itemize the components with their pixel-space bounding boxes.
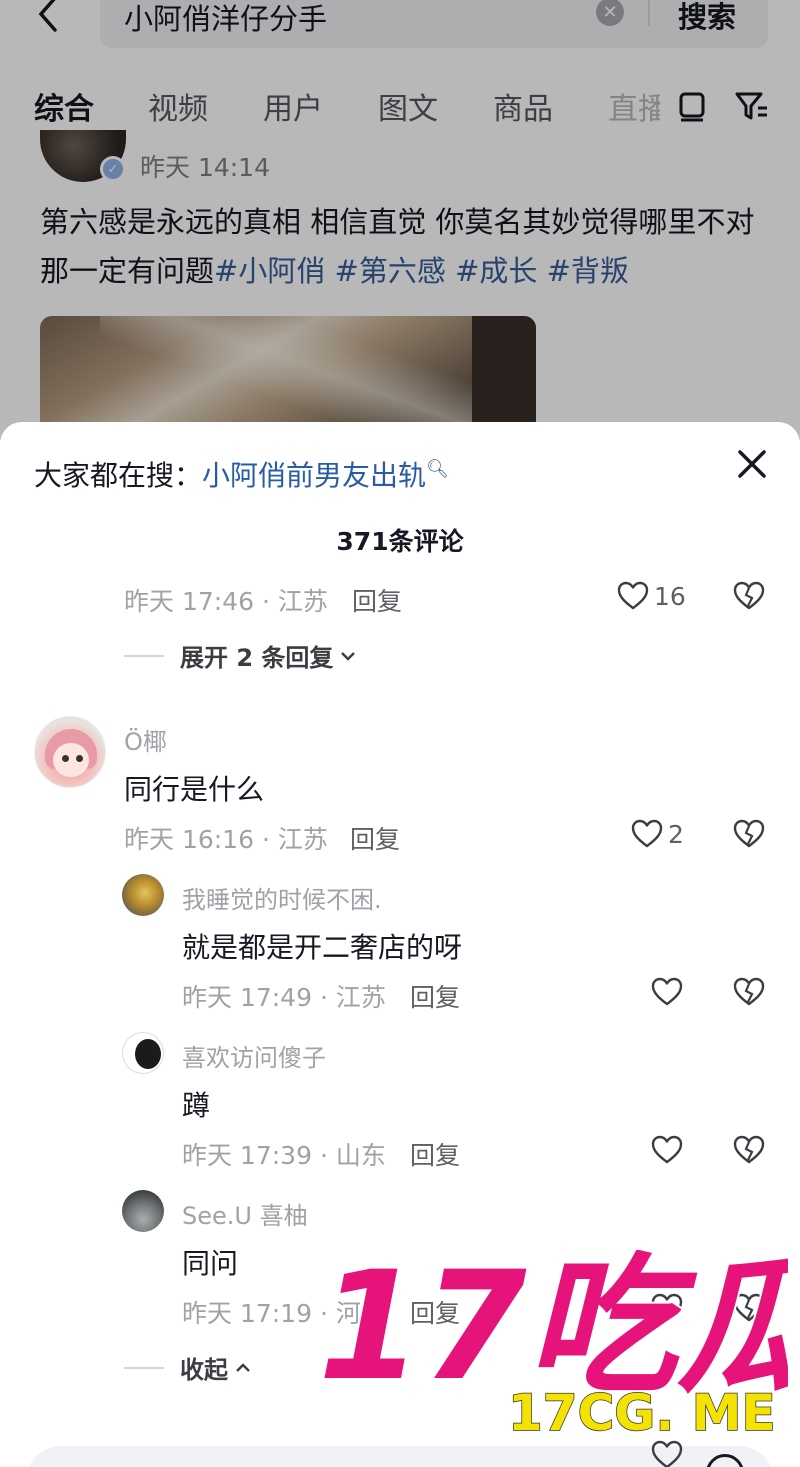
comment-count: 371条评论: [336, 527, 464, 556]
like-count: 16: [654, 581, 686, 611]
reply-button[interactable]: 回复: [350, 820, 400, 856]
heart-icon[interactable]: [650, 975, 684, 1009]
search-results-page: 小阿俏洋仔分手 ✕ 搜索 综合 视频 用户 图文 商品 直播 ✓ 昨天 14:1…: [0, 0, 800, 440]
heart-icon[interactable]: [650, 1291, 684, 1325]
reply-text[interactable]: 就是都是开二奢店的呀: [182, 926, 462, 966]
search-icon: 🔍︎: [426, 458, 449, 480]
comment-text[interactable]: 同行是什么: [124, 768, 264, 808]
reply-text[interactable]: 同问: [182, 1242, 238, 1282]
reply-text[interactable]: 蹲: [182, 1084, 210, 1124]
avatar[interactable]: [34, 716, 106, 788]
avatar-shape: [135, 1039, 161, 1069]
reply-meta: 昨天 17:49 · 江苏: [182, 983, 386, 1012]
avatar-face: [53, 743, 89, 777]
dislike-icon[interactable]: [732, 975, 766, 1009]
chevron-down-icon: [341, 651, 356, 661]
dislike-icon[interactable]: [732, 1133, 766, 1167]
collapse-replies-label: 收起: [180, 1356, 228, 1384]
avatar-eye: [62, 755, 69, 762]
dislike-icon[interactable]: [732, 1291, 766, 1325]
heart-icon[interactable]: [650, 1438, 684, 1467]
like-button[interactable]: 16: [616, 579, 686, 613]
comment-username[interactable]: Ö椰: [124, 722, 167, 757]
comments-sheet: 大家都在搜：小阿俏前男友出轨🔍︎ 371条评论 昨天 17:46 · 江苏 回复…: [0, 422, 800, 1467]
hot-search: 大家都在搜：小阿俏前男友出轨🔍︎: [34, 454, 449, 494]
expand-replies-button[interactable]: 展开 2 条回复: [124, 638, 357, 673]
avatar[interactable]: [122, 1032, 164, 1074]
reply-username[interactable]: See.U 喜柚: [182, 1196, 308, 1231]
reply-meta: 昨天 17:19 · 河: [182, 1299, 361, 1328]
divider: [124, 1366, 164, 1369]
comment-meta: 昨天 16:16 · 江苏: [124, 825, 328, 854]
expand-replies-label: 展开 2 条回复: [180, 644, 334, 672]
heart-icon[interactable]: [650, 1133, 684, 1167]
like-button[interactable]: 2: [630, 817, 684, 851]
divider: [124, 654, 164, 657]
hot-search-link[interactable]: 小阿俏前男友出轨: [202, 459, 426, 492]
heart-icon: [631, 819, 663, 848]
reply-username[interactable]: 我睡觉的时候不困.: [182, 880, 382, 915]
chevron-up-icon: [236, 1362, 250, 1372]
like-count: 2: [668, 819, 684, 849]
dislike-icon[interactable]: [732, 817, 766, 851]
close-icon[interactable]: [734, 446, 770, 482]
reply-button[interactable]: 回复: [410, 1136, 460, 1172]
reply-username[interactable]: 喜欢访问傻子: [182, 1038, 326, 1073]
reply-meta: 昨天 17:39 · 山东: [182, 1141, 386, 1170]
collapse-replies-button[interactable]: 收起: [124, 1350, 252, 1385]
dim-overlay[interactable]: [0, 0, 800, 440]
avatar-eye: [76, 755, 83, 762]
dislike-icon[interactable]: [732, 579, 766, 613]
hot-search-prefix: 大家都在搜：: [34, 459, 203, 492]
avatar[interactable]: [122, 874, 164, 916]
comment-input-bar: [0, 1424, 800, 1467]
reply-button[interactable]: 回复: [410, 1294, 460, 1330]
reply-button[interactable]: 回复: [352, 582, 402, 618]
comment-meta: 昨天 17:46 · 江苏: [124, 587, 328, 616]
reply-button[interactable]: 回复: [410, 978, 460, 1014]
avatar[interactable]: [122, 1190, 164, 1232]
heart-icon: [617, 581, 649, 610]
